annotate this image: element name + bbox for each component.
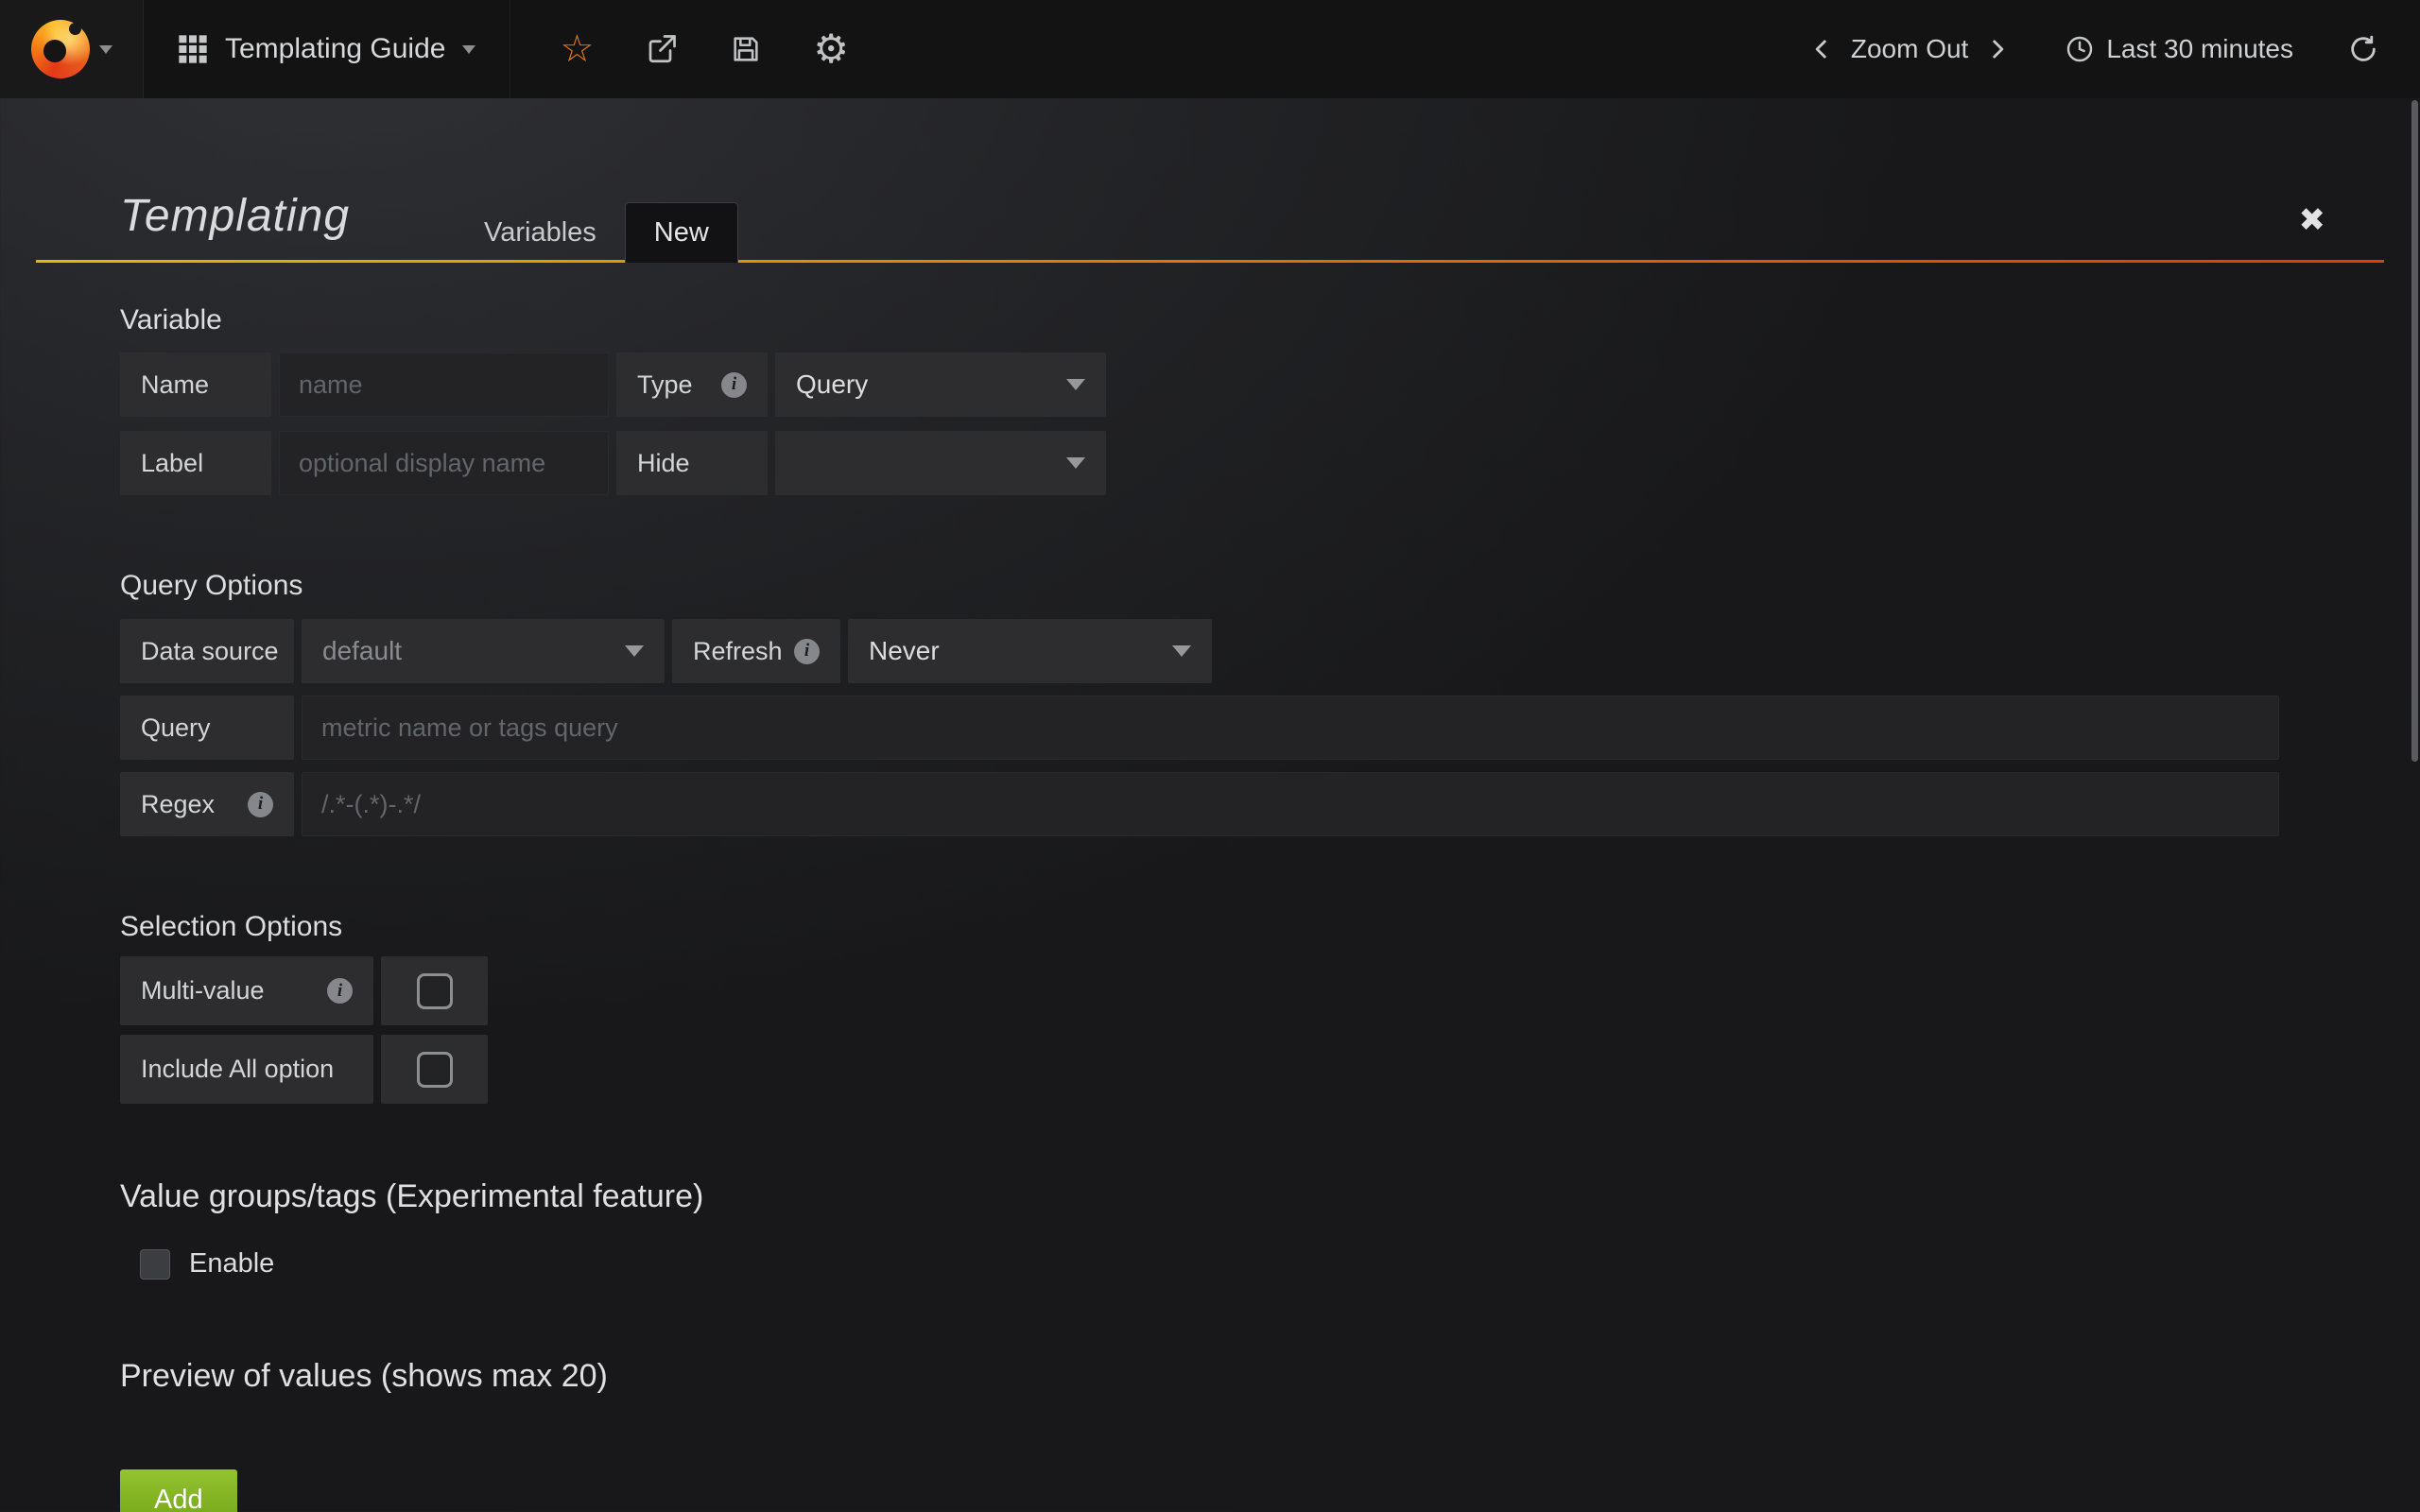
info-icon[interactable]: i xyxy=(327,978,353,1004)
star-icon[interactable]: ☆ xyxy=(560,30,594,68)
dashboard-actions: ☆ ⚙ xyxy=(510,0,898,98)
info-icon[interactable]: i xyxy=(248,792,273,817)
grafana-logo-icon xyxy=(31,20,90,78)
label-label: Label xyxy=(120,431,271,495)
refresh-select[interactable]: Never xyxy=(848,619,1212,683)
caret-down-icon xyxy=(1066,379,1085,390)
multi-value-checkbox[interactable] xyxy=(381,956,488,1025)
type-select-value: Query xyxy=(796,369,868,400)
caret-down-icon xyxy=(99,45,112,54)
caret-down-icon xyxy=(1066,457,1085,469)
data-source-select-value: default xyxy=(322,636,402,666)
info-icon[interactable]: i xyxy=(721,372,747,398)
section-heading-variable: Variable xyxy=(120,304,2384,336)
name-label: Name xyxy=(120,352,271,417)
include-all-checkbox[interactable] xyxy=(381,1035,488,1104)
tab-new[interactable]: New xyxy=(625,202,738,263)
section-heading-selection-options: Selection Options xyxy=(120,911,2384,943)
caret-down-icon xyxy=(462,45,475,54)
info-icon[interactable]: i xyxy=(794,639,820,664)
query-label: Query xyxy=(120,696,294,760)
page-title: Templating xyxy=(120,190,350,242)
zoom-out-button[interactable]: Zoom Out xyxy=(1851,34,1968,64)
regex-label-text: Regex xyxy=(141,790,215,819)
refresh-icon[interactable] xyxy=(2348,34,2378,64)
caret-down-icon xyxy=(625,645,644,657)
tab-variables[interactable]: Variables xyxy=(456,202,625,263)
include-all-label: Include All option xyxy=(120,1035,373,1104)
form-row: Multi-value i xyxy=(120,956,2384,1025)
section-heading-query-options: Query Options xyxy=(120,570,2384,602)
time-shift-forward-button[interactable] xyxy=(1983,36,2010,62)
time-range-label: Last 30 minutes xyxy=(2106,34,2293,64)
label-input[interactable] xyxy=(279,431,609,495)
navbar: Templating Guide ☆ ⚙ Zoom Out xyxy=(0,0,2420,98)
form-row: Label Hide xyxy=(120,431,2384,495)
refresh-select-value: Never xyxy=(869,636,940,666)
close-icon[interactable]: ✖ xyxy=(2299,204,2326,236)
form-row: Query xyxy=(120,696,2384,760)
form-row: Include All option xyxy=(120,1035,2384,1104)
tabs: Variables New xyxy=(456,202,738,263)
form-row: Data source default Refresh i Never xyxy=(120,619,2384,683)
dashboard-title: Templating Guide xyxy=(225,33,445,65)
scrollbar[interactable] xyxy=(2411,100,2418,762)
refresh-label: Refresh i xyxy=(672,619,840,683)
hide-select[interactable] xyxy=(775,431,1106,495)
caret-down-icon xyxy=(1172,645,1191,657)
settings-header: Templating Variables New ✖ xyxy=(36,98,2384,263)
type-select[interactable]: Query xyxy=(775,352,1106,417)
time-shift-back-button[interactable] xyxy=(1809,36,1836,62)
refresh-label-text: Refresh xyxy=(693,637,783,666)
settings-gear-icon[interactable]: ⚙ xyxy=(813,29,849,69)
settings-body: Variable Name Type i Query Label Hide Qu… xyxy=(36,304,2384,1512)
regex-input[interactable] xyxy=(302,772,2279,836)
data-source-label: Data source xyxy=(120,619,294,683)
regex-label: Regex i xyxy=(120,772,294,836)
checkbox-unchecked-icon xyxy=(417,1052,453,1088)
header-underline xyxy=(36,260,2384,263)
dashboard-grid-icon xyxy=(178,34,208,64)
add-button[interactable]: Add xyxy=(120,1469,237,1512)
section-heading-value-groups: Value groups/tags (Experimental feature) xyxy=(120,1178,2384,1215)
clock-icon xyxy=(2065,34,2095,64)
time-range-picker[interactable]: Last 30 minutes xyxy=(2065,34,2293,64)
logo-notch xyxy=(69,23,81,35)
enable-row: Enable xyxy=(120,1248,2384,1280)
form-row: Name Type i Query xyxy=(120,352,2384,417)
hide-label: Hide xyxy=(616,431,768,495)
type-label: Type i xyxy=(616,352,768,417)
name-input[interactable] xyxy=(279,352,609,417)
multi-value-label-text: Multi-value xyxy=(141,976,265,1005)
enable-checkbox[interactable] xyxy=(140,1249,170,1280)
checkbox-unchecked-icon xyxy=(417,973,453,1009)
save-icon[interactable] xyxy=(730,33,762,65)
form-row: Regex i xyxy=(120,772,2384,836)
data-source-select[interactable]: default xyxy=(302,619,665,683)
share-icon[interactable] xyxy=(645,32,679,66)
query-input[interactable] xyxy=(302,696,2279,760)
enable-label: Enable xyxy=(189,1248,274,1280)
templating-settings-view: Templating Variables New ✖ Variable Name… xyxy=(36,98,2384,1512)
type-label-text: Type xyxy=(637,370,693,400)
section-heading-preview: Preview of values (shows max 20) xyxy=(120,1358,2384,1395)
multi-value-label: Multi-value i xyxy=(120,956,373,1025)
org-menu-button[interactable] xyxy=(0,0,144,98)
dashboard-picker[interactable]: Templating Guide xyxy=(144,0,510,98)
time-controls: Zoom Out Last 30 minutes xyxy=(1809,0,2420,98)
